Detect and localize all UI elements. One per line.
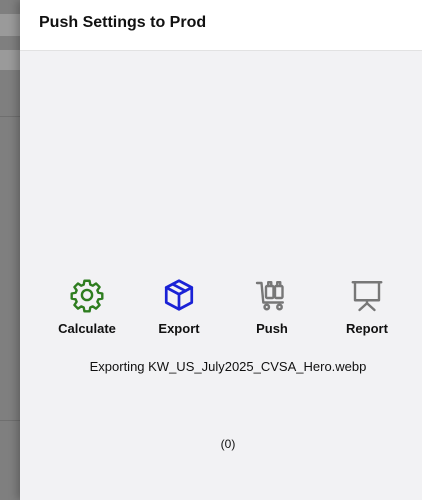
push-label: Push <box>256 321 288 336</box>
export-label: Export <box>158 321 200 336</box>
drawer-title: Push Settings to Prod <box>39 14 207 31</box>
export-button[interactable]: Export <box>139 277 219 336</box>
report-label: Report <box>346 321 388 336</box>
export-count: (0) <box>220 437 236 451</box>
push-button[interactable]: Push <box>232 277 312 336</box>
backdrop-header-row <box>0 50 20 70</box>
status-message: Exporting KW_US_July2025_CVSA_Hero.webp <box>89 359 367 374</box>
backdrop-divider <box>0 116 20 117</box>
backdrop-panel <box>0 0 20 500</box>
report-button[interactable]: Report <box>327 277 407 336</box>
action-bar: Calculate Export Push Report <box>47 277 407 341</box>
presentation-icon <box>351 281 383 312</box>
gear-icon <box>70 279 104 313</box>
backdrop-toolbar <box>0 14 20 36</box>
calculate-label: Calculate <box>58 321 116 336</box>
calculate-button[interactable]: Calculate <box>47 277 127 336</box>
box-icon <box>164 279 194 311</box>
push-settings-drawer: Push Settings to Prod Calculate Export P… <box>20 0 422 500</box>
backdrop-divider <box>0 420 20 421</box>
drawer-header: Push Settings to Prod <box>20 0 422 51</box>
cart-icon <box>255 281 284 311</box>
